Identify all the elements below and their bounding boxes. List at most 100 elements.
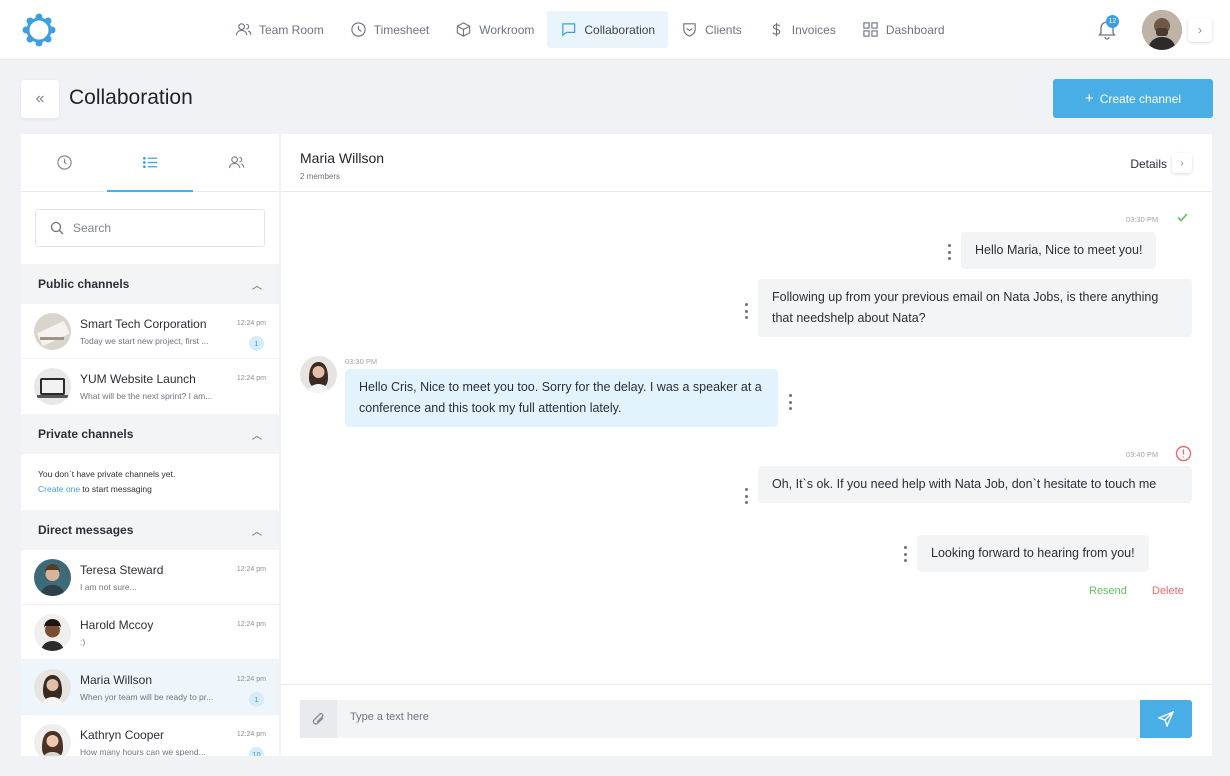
channel-list: Public channels ︿ Smart Tech Corporation… [21,264,279,756]
search-icon [50,221,64,235]
message-input[interactable]: Type a text here [350,711,429,723]
member-count: 2 members [300,172,341,181]
top-navbar: Team Room Timesheet Workroom Collaborati… [0,0,1230,60]
message-menu-icon[interactable] [903,546,907,562]
tab-recent[interactable] [21,134,107,191]
search-placeholder: Search [73,221,112,235]
chevron-right-icon[interactable]: › [1188,18,1212,42]
users-icon [228,156,244,169]
channel-preview: Today we start new project, first ... [80,335,209,346]
private-suffix: to start messaging [80,484,152,494]
double-chevron-left-icon: « [35,90,45,107]
chevron-up-icon: ︿ [252,526,262,538]
contact-time: 12:24 pm [236,621,266,628]
nav-item-collaboration[interactable]: Collaboration [547,11,669,48]
channel-avatar [34,368,71,405]
channel-preview: What will be the next sprint? I am... [80,391,213,401]
search-input[interactable]: Search [35,209,265,247]
page-title: Collaboration [69,86,193,109]
message-menu-icon[interactable] [744,303,748,319]
plus-icon: + [1084,90,1094,107]
contact-avatar [34,724,71,756]
nav-item-team-room[interactable]: Team Room [222,11,337,48]
list-icon [142,156,157,169]
message-composer: Type a text here [300,700,1192,738]
contact-avatar [34,668,71,706]
delete-button[interactable]: Delete [1152,585,1184,597]
sidebar-tabs [21,134,279,192]
message-bubble: Hello Maria, Nice to meet you! [961,232,1157,269]
cube-icon [457,22,471,37]
chevron-up-icon: ︿ [252,280,262,292]
section-title: Private channels [38,427,134,441]
create-channel-button[interactable]: + Create channel [1053,79,1213,118]
channel-time: 12:24 pm [236,320,266,327]
message-menu-icon[interactable] [788,394,792,410]
collapse-sidebar-button[interactable]: « [21,80,59,118]
nav-label: Team Room [259,22,324,37]
unread-badge: 1 [249,692,264,707]
chat-header: Maria Willson 2 members Details › [281,134,1212,192]
message-bubble: Following up from your previous email on… [758,279,1192,337]
public-channels-header[interactable]: Public channels ︿ [21,264,279,304]
dm-item-kathryn-cooper[interactable]: Kathryn Cooper How many hours can we spe… [21,715,279,756]
message-menu-icon[interactable] [744,488,748,504]
nav-item-invoices[interactable]: Invoices [755,11,849,48]
clock-icon [351,22,366,37]
tab-channels[interactable] [107,134,193,192]
contact-preview: I am not sure... [80,581,137,592]
section-title: Public channels [38,277,130,291]
paperclip-icon [312,713,323,725]
nav-item-workroom[interactable]: Workroom [442,11,547,48]
clock-icon [56,155,72,170]
contact-avatar [300,356,337,393]
attach-button[interactable] [300,700,337,738]
contact-time: 12:24 pm [236,676,266,683]
dm-item-teresa-steward[interactable]: Teresa Steward I am not sure... 12:24 pm [21,550,279,605]
message-time: 03:30 PM [345,357,378,366]
create-channel-label: Create channel [1099,91,1182,106]
nav-label: Workroom [479,22,535,37]
chevron-right-icon[interactable]: › [1172,153,1192,173]
contact-time: 12:24 pm [236,731,266,738]
user-avatar[interactable] [1142,10,1182,50]
main-nav: Team Room Timesheet Workroom Collaborati… [222,11,958,48]
dm-item-maria-willson[interactable]: Maria Willson When yor team will be read… [21,660,279,715]
contact-preview: How many hours can we spend... [80,747,206,756]
unread-badge: 10 [249,747,264,756]
nav-label: Clients [705,22,742,37]
channel-item-yum-website[interactable]: YUM Website Launch What will be the next… [21,359,279,414]
grid-icon [863,22,878,37]
send-button[interactable] [1140,700,1192,738]
private-empty-state: You don`t have private channels yet. Cre… [21,454,279,510]
logo-icon[interactable] [21,12,57,48]
details-button[interactable]: Details [1130,157,1167,171]
contact-preview: :) [80,636,86,647]
user-avatar-image [1142,10,1182,50]
private-channels-header[interactable]: Private channels ︿ [21,414,279,454]
contact-avatar [34,613,71,651]
send-icon [1158,711,1174,727]
contact-avatar [34,558,71,596]
nav-item-dashboard[interactable]: Dashboard [849,11,958,48]
check-icon [1177,213,1188,222]
direct-messages-header[interactable]: Direct messages ︿ [21,510,279,550]
error-icon [1175,445,1192,462]
tab-contacts[interactable] [193,134,279,191]
message-menu-icon[interactable] [947,244,951,260]
divider [281,684,1212,685]
users-icon [235,23,252,36]
channel-item-smart-tech[interactable]: Smart Tech Corporation Today we start ne… [21,304,279,359]
resend-button[interactable]: Resend [1089,585,1127,597]
dm-item-harold-mccoy[interactable]: Harold Mccoy :) 12:24 pm [21,605,279,660]
message-bubble: Hello Cris, Nice to meet you too. Sorry … [345,369,778,427]
chat-title: Maria Willson [300,150,385,166]
nav-item-clients[interactable]: Clients [668,11,755,48]
section-title: Direct messages [38,523,134,537]
nav-item-timesheet[interactable]: Timesheet [337,11,443,48]
nav-label: Collaboration [584,22,656,37]
channel-time: 12:24 pm [236,375,266,382]
shield-icon [683,23,696,37]
create-one-link[interactable]: Create one [38,484,80,494]
channel-avatar [34,312,71,350]
